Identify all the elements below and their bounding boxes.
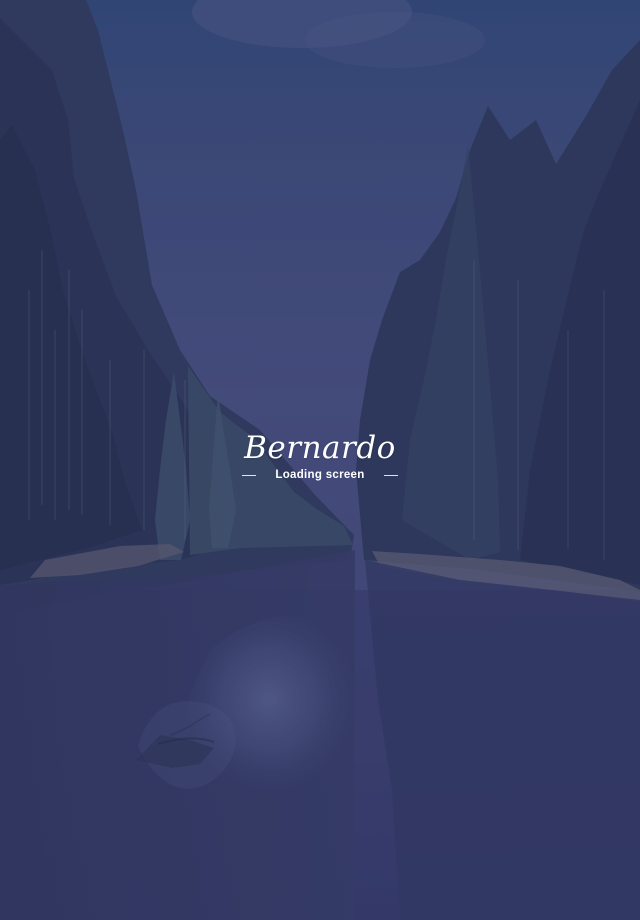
brand-title: Bernardo <box>244 430 396 466</box>
left-dash-icon <box>242 475 257 476</box>
right-dash-icon <box>383 475 398 476</box>
loading-screen: Bernardo Loading screen <box>0 0 640 920</box>
loading-label: Loading screen <box>275 469 365 481</box>
loading-label-row: Loading screen <box>0 469 640 481</box>
loading-content: Bernardo Loading screen <box>0 428 640 481</box>
